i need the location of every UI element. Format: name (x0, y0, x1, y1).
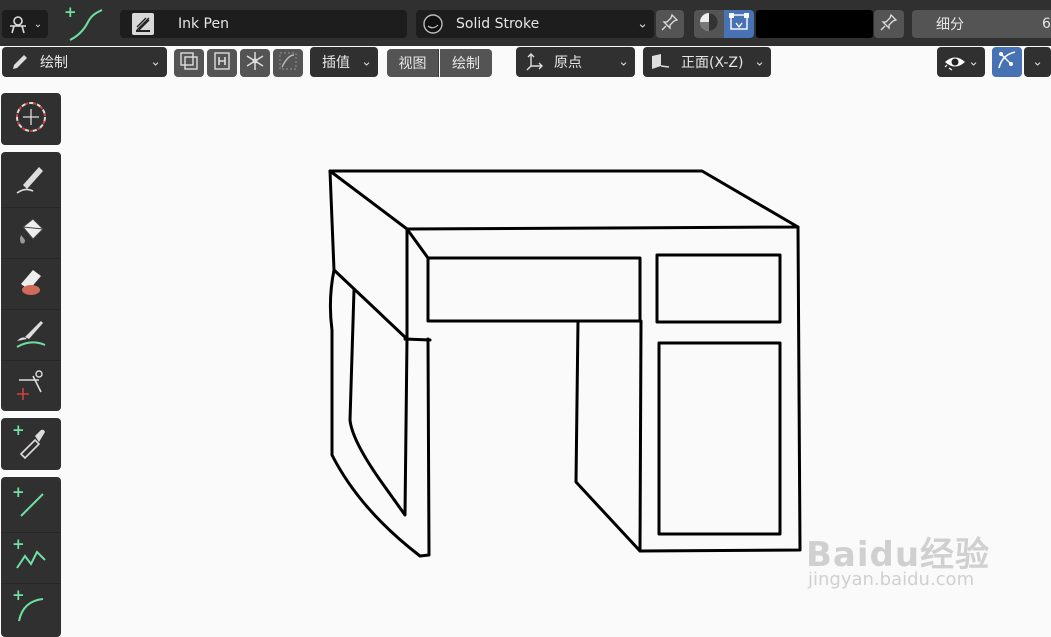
freeze-button[interactable] (240, 49, 270, 77)
chevron-down-icon: ⌄ (150, 54, 161, 70)
tool-group-eyedropper: + (1, 418, 61, 470)
paint-bucket-icon (13, 213, 49, 253)
draw-label: 绘制 (452, 56, 480, 72)
viewport-header: 绘制 ⌄ 插值 ⌄ 视图 绘制 原点 ⌄ 正面(X-Z) ⌄ ⌄ ⌄ (0, 46, 1051, 80)
origin-label: 原点 (554, 55, 582, 71)
chevron-down-icon: ⌄ (754, 54, 765, 70)
interpolate-label: 插值 (322, 55, 350, 71)
chevron-down-icon: ⌄ (637, 16, 648, 32)
brush-tint-icon (13, 315, 49, 355)
film-frame-icon (212, 51, 232, 75)
tool-header: ⌄ + Ink Pen Solid Stroke ⌄ 细分 6 (0, 0, 1051, 46)
eye-icon (943, 53, 967, 71)
subdivision-value: 6 (1042, 16, 1051, 32)
brush-preset-icon (8, 14, 32, 34)
chevron-down-icon: ⌄ (618, 54, 629, 70)
ink-pen-brush-icon (132, 13, 154, 35)
plane-icon (649, 52, 671, 72)
material-name: Solid Stroke (456, 16, 540, 32)
color-pin-button[interactable] (874, 10, 904, 38)
desk-cabinet-door-stroke (657, 341, 782, 536)
scissors-icon (13, 366, 49, 406)
eyedropper-tool[interactable]: + (1, 419, 61, 469)
desk-right-drawer-stroke (655, 253, 782, 324)
pencil-icon (10, 52, 30, 72)
plane-label: 正面(X-Z) (681, 55, 744, 71)
multiframe-icon (179, 51, 199, 75)
desk-left-leg-inner-stroke (348, 288, 409, 517)
mode-label: 绘制 (40, 55, 68, 71)
drawing-plane-dropdown[interactable]: 正面(X-Z) ⌄ (643, 47, 771, 77)
watermark-url: jingyan.baidu.com (808, 569, 975, 590)
desk-cabinet-inner-side-stroke (574, 319, 642, 553)
tool-group-paint (1, 152, 61, 411)
desk-drawer-strip-stroke (426, 256, 642, 323)
desk-front-leg-join-stroke (403, 337, 432, 342)
color-swatch[interactable] (756, 10, 873, 38)
arc-tool[interactable]: + (1, 583, 61, 634)
chevron-down-icon: ⌄ (361, 54, 372, 70)
polyline-tool[interactable]: + (1, 532, 61, 583)
curve-dashed-icon (278, 51, 298, 75)
overlay-dropdown[interactable]: ⌄ (1024, 47, 1051, 77)
mask-stroke-button[interactable] (207, 49, 237, 77)
brush-selector[interactable]: Ink Pen (120, 10, 407, 38)
material-color-icon (698, 11, 720, 37)
add-icon: + (12, 483, 25, 501)
desk-left-side-stroke (328, 169, 409, 341)
vertex-color-icon (728, 11, 750, 37)
viewport-canvas[interactable] (300, 150, 810, 562)
material-sphere-icon (422, 13, 444, 35)
eraser-icon (13, 264, 49, 304)
transform-axes-icon (524, 52, 544, 72)
draw-tool[interactable] (1, 156, 61, 206)
guides-button[interactable] (273, 49, 303, 77)
pencil-draw-icon (13, 161, 49, 201)
tool-group-primitives: + + + (1, 477, 61, 637)
pin-icon (661, 13, 679, 35)
cursor-icon (13, 99, 49, 139)
color-mode-vertex-button[interactable] (724, 10, 754, 38)
brush-preset-dropdown[interactable]: ⌄ (2, 10, 48, 38)
visibility-dropdown[interactable]: ⌄ (937, 47, 985, 77)
fill-tool[interactable] (1, 207, 61, 258)
cursor-tool[interactable] (1, 94, 61, 144)
subdivision-field[interactable]: 细分 6 (912, 10, 1051, 38)
chevron-down-icon: ⌄ (968, 54, 979, 70)
overlay-toggle[interactable] (992, 47, 1022, 77)
view-label: 视图 (398, 56, 427, 72)
add-icon: + (12, 586, 25, 604)
tint-tool[interactable] (1, 309, 61, 360)
material-selector[interactable]: Solid Stroke ⌄ (416, 10, 654, 38)
origin-dropdown[interactable]: 原点 ⌄ (516, 47, 635, 77)
draw-menu[interactable]: 绘制 (440, 49, 492, 77)
brush-name: Ink Pen (178, 16, 229, 32)
line-tool[interactable]: + (1, 481, 61, 531)
cutter-tool[interactable] (1, 360, 61, 411)
stroke-tool-icon[interactable]: + (58, 2, 108, 44)
chevron-down-icon: ⌄ (33, 18, 43, 30)
view-menu[interactable]: 视图 (387, 49, 439, 77)
pin-icon (880, 13, 898, 35)
desk-right-cabinet-stroke (638, 225, 802, 553)
overlay-curve-icon (996, 49, 1018, 75)
add-icon: + (12, 421, 25, 439)
material-pin-button[interactable] (656, 10, 684, 38)
multiframe-button[interactable] (174, 49, 204, 77)
mode-dropdown[interactable]: 绘制 ⌄ (2, 47, 167, 77)
color-mode-material-button[interactable] (694, 10, 724, 38)
chevron-down-icon: ⌄ (1032, 54, 1043, 70)
erase-tool[interactable] (1, 258, 61, 309)
interpolate-menu[interactable]: 插值 ⌄ (310, 47, 378, 77)
tool-group-cursor (1, 93, 61, 145)
desk-top-stroke (328, 169, 800, 231)
subdivision-label: 细分 (936, 17, 964, 33)
desk-front-top-edge-stroke (405, 227, 430, 260)
add-icon: + (12, 535, 25, 553)
snowflake-icon (245, 51, 265, 75)
